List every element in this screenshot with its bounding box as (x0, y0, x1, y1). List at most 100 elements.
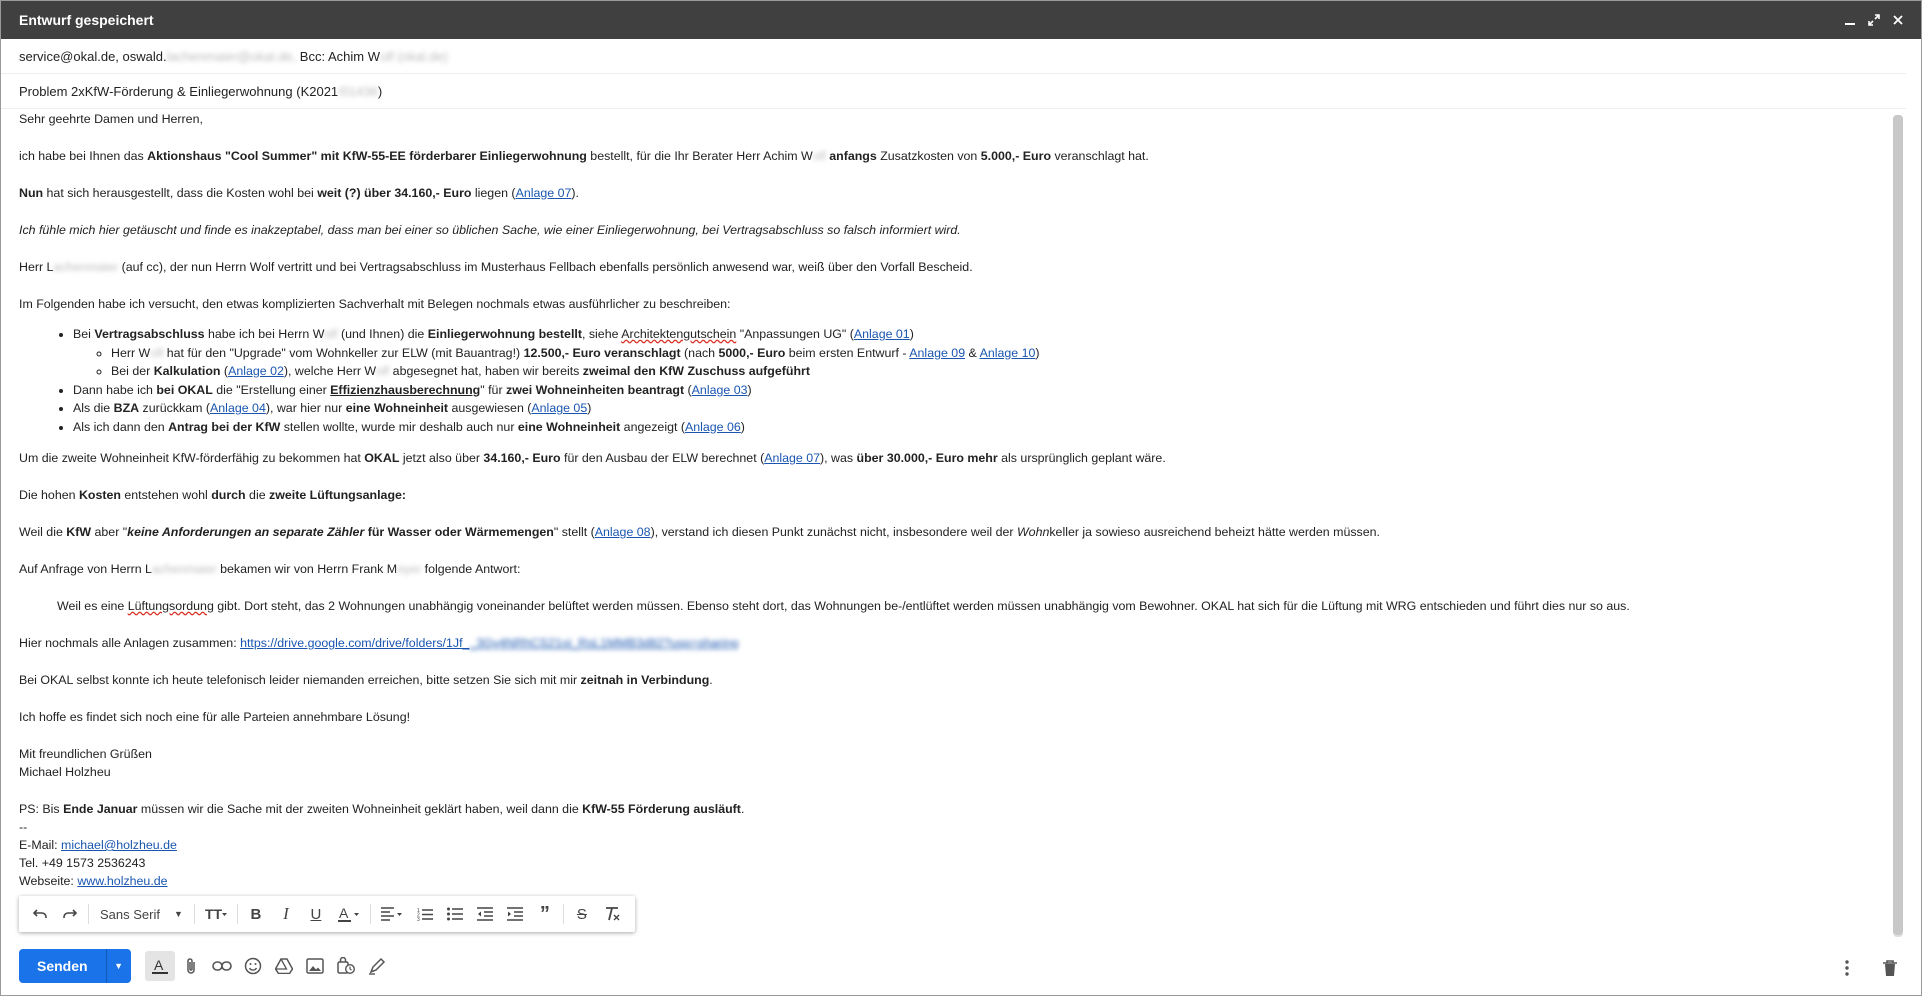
postscript: PS: Bis Ende Januar müssen wir die Sache… (19, 802, 745, 816)
toolbar-divider (369, 904, 371, 924)
attachment-link[interactable]: Anlage 06 (685, 420, 741, 434)
trash-icon[interactable] (1875, 953, 1905, 983)
attachment-link[interactable]: Anlage 09 (909, 346, 965, 360)
formatting-options-icon[interactable]: A (144, 951, 175, 981)
redacted-text: _3Gy4NRhCS21oi_RsL1MMB3d82?usp=sharing (469, 636, 739, 650)
redacted-text: /01436 (338, 83, 378, 99)
signature-separator: -- (19, 820, 28, 834)
svg-text:TT: TT (205, 906, 223, 922)
undo-icon[interactable] (25, 899, 55, 929)
align-icon[interactable] (374, 899, 410, 929)
signature-icon[interactable] (362, 951, 392, 981)
list-item: Herr Wolf hat für den "Upgrade" vom Wohn… (111, 344, 1040, 363)
body-paragraph: Im Folgenden habe ich versucht, den etwa… (19, 297, 731, 311)
toolbar-divider (236, 904, 238, 924)
attachment-link[interactable]: Anlage 05 (531, 401, 587, 415)
bulleted-list-icon[interactable] (440, 899, 470, 929)
body-paragraph: Nun hat sich herausgestellt, dass die Ko… (19, 186, 579, 200)
redacted-text: achenmaier (151, 562, 217, 576)
list-item: Bei Vertragsabschluss habe ich bei Herrn… (73, 325, 1040, 381)
list-item: Als ich dann den Antrag bei der KfW stel… (73, 418, 1040, 437)
send-button[interactable]: Senden (19, 949, 106, 983)
redacted-text: olf (376, 364, 390, 378)
photo-icon[interactable] (300, 951, 330, 981)
redacted-text: lachenmaier@okal.de, (166, 48, 297, 64)
list-item: Bei der Kalkulation (Anlage 02), welche … (111, 362, 1040, 381)
scrollbar-thumb[interactable] (1893, 115, 1903, 935)
drive-link[interactable]: https://drive.google.com/drive/folders/1… (240, 636, 469, 650)
link-icon[interactable] (207, 951, 237, 981)
bold-icon[interactable]: B (241, 899, 271, 929)
signature-website: Webseite: www.holzheu.de (19, 874, 168, 888)
subject-text: Problem 2xKfW-Förderung & Einliegerwohnu… (19, 83, 339, 99)
toolbar-divider (562, 904, 564, 924)
redo-icon[interactable] (55, 899, 85, 929)
numbered-list-icon[interactable]: 123 (410, 899, 440, 929)
compose-window: Entwurf gespeichert service@okal.de, osw… (0, 0, 1922, 996)
font-family-label: Sans Serif (100, 906, 160, 922)
attach-icon[interactable] (176, 951, 206, 981)
window-title: Entwurf gespeichert (19, 12, 154, 28)
list-item: Als die BZA zurückkam (Anlage 04), war h… (73, 399, 1040, 418)
svg-text:A: A (339, 906, 349, 921)
formatting-toolbar: Sans Serif ▼ TT B I U A 123 ” S (19, 896, 635, 932)
text-color-icon[interactable]: A (331, 899, 367, 929)
redacted-text: achenmaier (53, 260, 119, 274)
strikethrough-icon[interactable]: S (567, 899, 597, 929)
redacted-text: olf (324, 327, 338, 341)
underline-icon[interactable]: U (301, 899, 331, 929)
attachment-link[interactable]: Anlage 03 (692, 383, 748, 397)
to-recipients: service@okal.de, oswald. (19, 48, 167, 64)
attachment-link[interactable]: Anlage 10 (980, 346, 1036, 360)
restore-icon[interactable] (1865, 11, 1883, 29)
redacted-text: olf (okal.de) (379, 48, 448, 64)
font-size-icon[interactable]: TT (198, 899, 234, 929)
close-icon[interactable] (1889, 11, 1907, 29)
body-paragraph: Weil die KfW aber "keine Anforderungen a… (19, 525, 1380, 539)
attachment-link[interactable]: Anlage 07 (516, 186, 572, 200)
attachment-link[interactable]: Anlage 02 (228, 364, 284, 378)
quote-icon[interactable]: ” (530, 899, 560, 929)
body-paragraph: Die hohen Kosten entstehen wohl durch di… (19, 488, 407, 502)
send-button-group: Senden ▼ (19, 949, 131, 983)
attachment-link[interactable]: Anlage 01 (854, 327, 910, 341)
sender-name: Michael Holzheu (19, 765, 111, 779)
message-body[interactable]: Sehr geehrte Damen und Herren, ich habe … (1, 109, 1891, 891)
svg-text:A: A (154, 958, 164, 973)
signature-phone: Tel. +49 1573 2536243 (19, 856, 146, 870)
vertical-scrollbar[interactable] (1893, 115, 1903, 937)
bcc-recipients: Bcc: Achim W (299, 48, 380, 64)
emoji-icon[interactable] (238, 951, 268, 981)
toolbar-divider (88, 904, 89, 924)
indent-less-icon[interactable] (470, 899, 500, 929)
closing: Mit freundlichen Grüßen (19, 747, 152, 761)
bulleted-list: Bei Vertragsabschluss habe ich bei Herrn… (19, 325, 1040, 436)
compose-bottom-bar: Senden ▼ A (1, 946, 1921, 986)
redacted-text: olf (812, 149, 826, 163)
email-link[interactable]: michael@holzheu.de (61, 838, 177, 852)
italic-icon[interactable]: I (271, 899, 301, 929)
recipients-field[interactable]: service@okal.de, oswald. lachenmaier@okal… (1, 39, 1906, 74)
font-family-select[interactable]: Sans Serif ▼ (92, 899, 191, 929)
toolbar-divider (193, 904, 195, 924)
website-link[interactable]: www.holzheu.de (77, 874, 167, 888)
attachment-link[interactable]: Anlage 08 (595, 525, 651, 539)
subject-field[interactable]: Problem 2xKfW-Förderung & Einliegerwohnu… (1, 74, 1906, 109)
subject-suffix: ) (377, 83, 383, 99)
remove-formatting-icon[interactable] (597, 899, 627, 929)
attachment-link[interactable]: Anlage 07 (764, 451, 820, 465)
body-paragraph: Um die zweite Wohneinheit KfW-förderfähi… (19, 451, 1166, 465)
more-options-icon[interactable] (1832, 953, 1862, 983)
indent-more-icon[interactable] (500, 899, 530, 929)
drive-icon[interactable] (269, 951, 299, 981)
attachment-link[interactable]: Anlage 04 (210, 401, 266, 415)
compose-titlebar[interactable]: Entwurf gespeichert (1, 1, 1921, 39)
send-options-chevron-icon[interactable]: ▼ (105, 949, 131, 983)
confidential-icon[interactable] (331, 951, 361, 981)
minimize-icon[interactable] (1841, 11, 1859, 29)
body-paragraph: Auf Anfrage von Herrn Lachenmaier bekame… (19, 560, 520, 579)
svg-text:3: 3 (417, 917, 420, 921)
body-paragraph: ich habe bei Ihnen das Aktionshaus "Cool… (19, 147, 1149, 166)
redacted-text: olf (150, 345, 164, 360)
redacted-text: eyer (397, 562, 422, 576)
